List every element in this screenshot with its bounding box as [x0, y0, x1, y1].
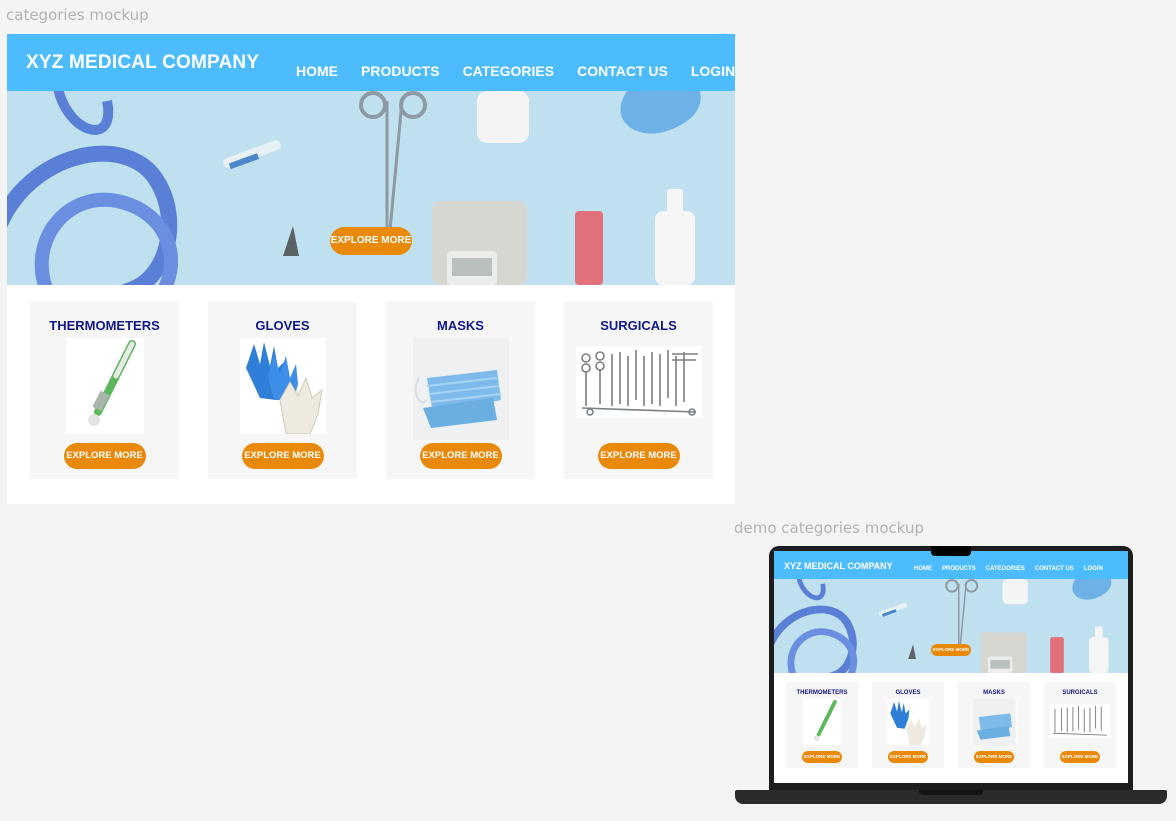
demo-category-title: GLOVES [895, 690, 921, 696]
category-title: SURGICALS [600, 318, 677, 333]
demo-category-list: THERMOMETERS EXPLORE MORE GLOVES EXPLORE… [786, 682, 1116, 768]
nav-login[interactable]: LOGIN [691, 63, 735, 79]
frame-label-demo: demo categories mockup [734, 519, 924, 537]
nav-categories[interactable]: CATEGORIES [463, 63, 555, 79]
frame-label-main: categories mockup [6, 6, 149, 24]
demo-gloves-explore-button[interactable]: EXPLORE MORE [888, 751, 928, 763]
demo-card-thermometers: THERMOMETERS EXPLORE MORE [786, 682, 858, 768]
thermometer-image [803, 699, 841, 745]
category-title: THERMOMETERS [49, 318, 160, 333]
demo-nav-products[interactable]: PRODUCTS [942, 566, 976, 572]
thermometer-image [65, 338, 144, 434]
laptop-mockup: XYZ MEDICAL COMPANY HOME PRODUCTS CATEGO… [735, 546, 1167, 808]
demo-nav-menu: HOME PRODUCTS CATEGORIES CONTACT US LOGI… [914, 566, 1103, 572]
surgical-tools-image [1050, 704, 1110, 738]
category-card-surgicals: SURGICALS EXPLORE MORE [564, 302, 713, 479]
laptop-hinge [919, 790, 983, 795]
category-card-thermometers: THERMOMETERS EXPLORE MORE [30, 302, 179, 479]
thermometers-explore-button[interactable]: EXPLORE MORE [63, 443, 146, 469]
masks-image [412, 338, 509, 440]
demo-card-surgicals: SURGICALS EXPLORE MORE [1044, 682, 1116, 768]
laptop-screen: XYZ MEDICAL COMPANY HOME PRODUCTS CATEGO… [774, 551, 1128, 783]
hero-image [7, 91, 735, 285]
masks-explore-button[interactable]: EXPLORE MORE [419, 443, 502, 469]
demo-category-title: MASKS [983, 690, 1005, 696]
demo-category-title: THERMOMETERS [796, 690, 848, 696]
brand-logo[interactable]: XYZ MEDICAL COMPANY [26, 52, 259, 74]
laptop-bezel: XYZ MEDICAL COMPANY HOME PRODUCTS CATEGO… [769, 546, 1133, 790]
categories-page: XYZ MEDICAL COMPANY HOME PRODUCTS CATEGO… [7, 34, 735, 504]
category-title: GLOVES [255, 318, 310, 333]
demo-hero-explore-button[interactable]: EXPLORE MORE [931, 644, 971, 656]
category-card-masks: MASKS EXPLORE MORE [386, 302, 535, 479]
gloves-image [239, 338, 326, 434]
gloves-explore-button[interactable]: EXPLORE MORE [241, 443, 324, 469]
nav-home[interactable]: HOME [296, 63, 338, 79]
demo-brand-logo[interactable]: XYZ MEDICAL COMPANY [784, 561, 893, 571]
camera-notch [931, 546, 971, 556]
gloves-image [887, 699, 929, 745]
demo-card-masks: MASKS EXPLORE MORE [958, 682, 1030, 768]
demo-masks-explore-button[interactable]: EXPLORE MORE [974, 751, 1014, 763]
demo-nav-contact-us[interactable]: CONTACT US [1035, 566, 1074, 572]
surgical-tools-image [575, 346, 702, 418]
category-list: THERMOMETERS EXPLORE MORE GLOVES EXPLORE… [30, 302, 713, 479]
demo-nav-categories[interactable]: CATEGORIES [986, 566, 1025, 572]
demo-hero-image [774, 579, 1128, 673]
demo-surgicals-explore-button[interactable]: EXPLORE MORE [1060, 751, 1100, 763]
hero-explore-button[interactable]: EXPLORE MORE [330, 227, 412, 255]
masks-image [971, 699, 1017, 745]
hero-banner: EXPLORE MORE [7, 91, 735, 285]
nav-products[interactable]: PRODUCTS [361, 63, 440, 79]
navbar: XYZ MEDICAL COMPANY HOME PRODUCTS CATEGO… [7, 34, 735, 91]
category-title: MASKS [437, 318, 484, 333]
demo-hero-banner: EXPLORE MORE [774, 579, 1128, 673]
demo-card-gloves: GLOVES EXPLORE MORE [872, 682, 944, 768]
demo-category-title: SURGICALS [1062, 690, 1098, 696]
nav-menu: HOME PRODUCTS CATEGORIES CONTACT US LOGI… [296, 63, 735, 79]
nav-contact-us[interactable]: CONTACT US [577, 63, 668, 79]
demo-nav-home[interactable]: HOME [914, 566, 932, 572]
surgicals-explore-button[interactable]: EXPLORE MORE [597, 443, 680, 469]
demo-thermometers-explore-button[interactable]: EXPLORE MORE [802, 751, 842, 763]
category-card-gloves: GLOVES EXPLORE MORE [208, 302, 357, 479]
demo-nav-login[interactable]: LOGIN [1084, 566, 1103, 572]
